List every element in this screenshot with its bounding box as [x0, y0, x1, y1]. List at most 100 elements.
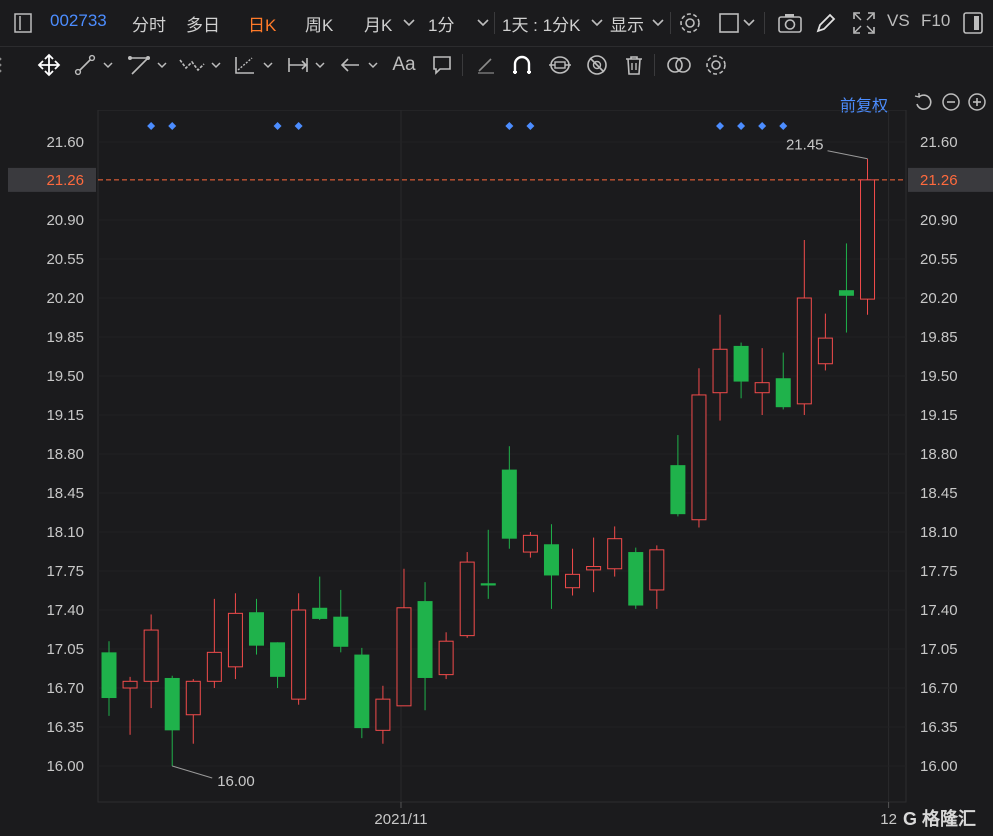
watermark-logo: G 格隆汇 [903, 809, 977, 829]
plot-frame [97, 110, 907, 803]
chevron-down-icon[interactable] [651, 5, 665, 41]
chevron-down-icon[interactable] [402, 5, 416, 41]
x-tick-label: 2021/11 [374, 811, 427, 828]
tab-zhouk[interactable]: 周K [305, 11, 333, 36]
y-tick-label-right: 20.20 [920, 290, 958, 307]
candle-body-down [670, 465, 686, 515]
max-label-leader [827, 150, 868, 160]
candle-body-down [101, 652, 117, 699]
f10-button[interactable]: F10 [921, 11, 950, 31]
window-layout-icon[interactable] [718, 5, 740, 41]
y-tick-label-right: 18.10 [920, 524, 958, 541]
candle-body-down [775, 378, 791, 408]
fullscreen-icon[interactable] [851, 5, 877, 41]
pencil-icon[interactable] [814, 5, 838, 41]
event-marker [147, 122, 156, 130]
min-label-leader [172, 765, 213, 779]
chevron-down-icon[interactable] [476, 5, 490, 41]
y-tick-label-left: 16.35 [46, 719, 84, 736]
y-tick-label-left: 16.70 [46, 680, 84, 697]
event-marker [737, 122, 746, 130]
candle-body-down [417, 601, 433, 678]
candle-body-down [543, 544, 559, 576]
drawing-toolbar: Aa [0, 47, 993, 83]
chevron-down-icon[interactable] [742, 5, 756, 41]
text-tool-icon[interactable]: Aa [390, 47, 418, 83]
candle-body-up [522, 534, 538, 553]
chevron-down-icon[interactable] [155, 47, 169, 83]
line-tool-icon[interactable] [73, 47, 97, 83]
tab-fenshi[interactable]: 分时 [132, 11, 166, 36]
hide-drawing-icon[interactable] [584, 47, 610, 83]
chevron-down-icon[interactable] [366, 47, 380, 83]
candle-body-down [354, 654, 370, 729]
candle-body-down [480, 583, 496, 586]
left-dots-icon[interactable] [0, 47, 6, 83]
divider [670, 12, 671, 34]
eraser-line-icon[interactable] [474, 47, 498, 83]
camera-icon[interactable] [777, 5, 803, 41]
y-tick-label-left: 19.15 [46, 407, 84, 424]
fib-tool-icon[interactable] [232, 47, 258, 83]
candle-body-up [459, 561, 475, 637]
panel-toggle-icon[interactable] [962, 5, 984, 41]
candle-body-up [122, 680, 138, 689]
comment-tool-icon[interactable] [430, 47, 454, 83]
candle-body-up [206, 651, 222, 682]
toolbar-gear-icon[interactable] [703, 47, 729, 83]
candle-body-up [796, 297, 812, 405]
candle-body-up [438, 640, 454, 676]
event-marker [168, 122, 177, 130]
wave-tool-icon[interactable] [177, 47, 207, 83]
tab-duori[interactable]: 多日 [186, 11, 220, 36]
y-tick-label-right: 18.80 [920, 446, 958, 463]
candle-body-down [838, 290, 854, 296]
y-tick-label-right: 16.35 [920, 719, 958, 736]
candle-body-down [733, 345, 749, 382]
polyline-tool-icon[interactable] [126, 47, 152, 83]
candlestick-chart[interactable]: 2021/11 12 21.60 21.60 20.90 20.90 20.55 20.55 2… [0, 110, 993, 836]
lock-drawing-icon[interactable] [546, 47, 574, 83]
chevron-down-icon[interactable] [590, 5, 604, 41]
reset-icon[interactable] [912, 92, 934, 112]
trash-icon[interactable] [622, 47, 646, 83]
y-tick-label-right: 17.40 [920, 602, 958, 619]
vs-button[interactable]: VS [887, 11, 910, 31]
candle-body-down [270, 642, 286, 677]
divider [494, 12, 495, 34]
candle-body-up [396, 607, 412, 707]
tab-1fen[interactable]: 1分 [428, 11, 454, 36]
display-menu[interactable]: 显示 [610, 11, 644, 36]
period-select[interactable]: 1天 : 1分K [502, 11, 580, 36]
zoom-in-icon[interactable] [966, 92, 988, 112]
y-tick-label-right: 19.15 [920, 407, 958, 424]
event-marker [294, 122, 303, 130]
y-tick-label-left: 17.40 [46, 602, 84, 619]
y-tick-label-left: 20.55 [46, 251, 84, 268]
arrow-tool-icon[interactable] [338, 47, 362, 83]
zoom-out-icon[interactable] [940, 92, 962, 112]
y-tick-label-left: 18.10 [46, 524, 84, 541]
tab-rik[interactable]: 日K [248, 11, 276, 36]
settings-gear-icon[interactable] [678, 5, 702, 41]
current-price-label-left: 21.26 [46, 172, 84, 189]
stock-code: 002733 [50, 11, 107, 30]
chevron-down-icon[interactable] [101, 47, 115, 83]
range-tool-icon[interactable] [285, 47, 311, 83]
sidebar-toggle-icon[interactable] [14, 5, 32, 41]
y-tick-label-right: 20.90 [920, 212, 958, 229]
chevron-down-icon[interactable] [261, 47, 275, 83]
move-icon[interactable] [36, 47, 62, 83]
magnet-icon[interactable] [509, 47, 535, 83]
event-marker [526, 122, 535, 130]
candle-body-up [649, 549, 665, 591]
divider [654, 54, 655, 76]
current-price-label-right: 21.26 [920, 172, 958, 189]
y-tick-label-right: 20.55 [920, 251, 958, 268]
chevron-down-icon[interactable] [313, 47, 327, 83]
tab-yuek[interactable]: 月K [364, 11, 392, 36]
y-tick-label-right: 17.75 [920, 563, 958, 580]
candle-body-up [691, 394, 707, 521]
compare-icon[interactable] [664, 47, 694, 83]
chevron-down-icon[interactable] [209, 47, 223, 83]
